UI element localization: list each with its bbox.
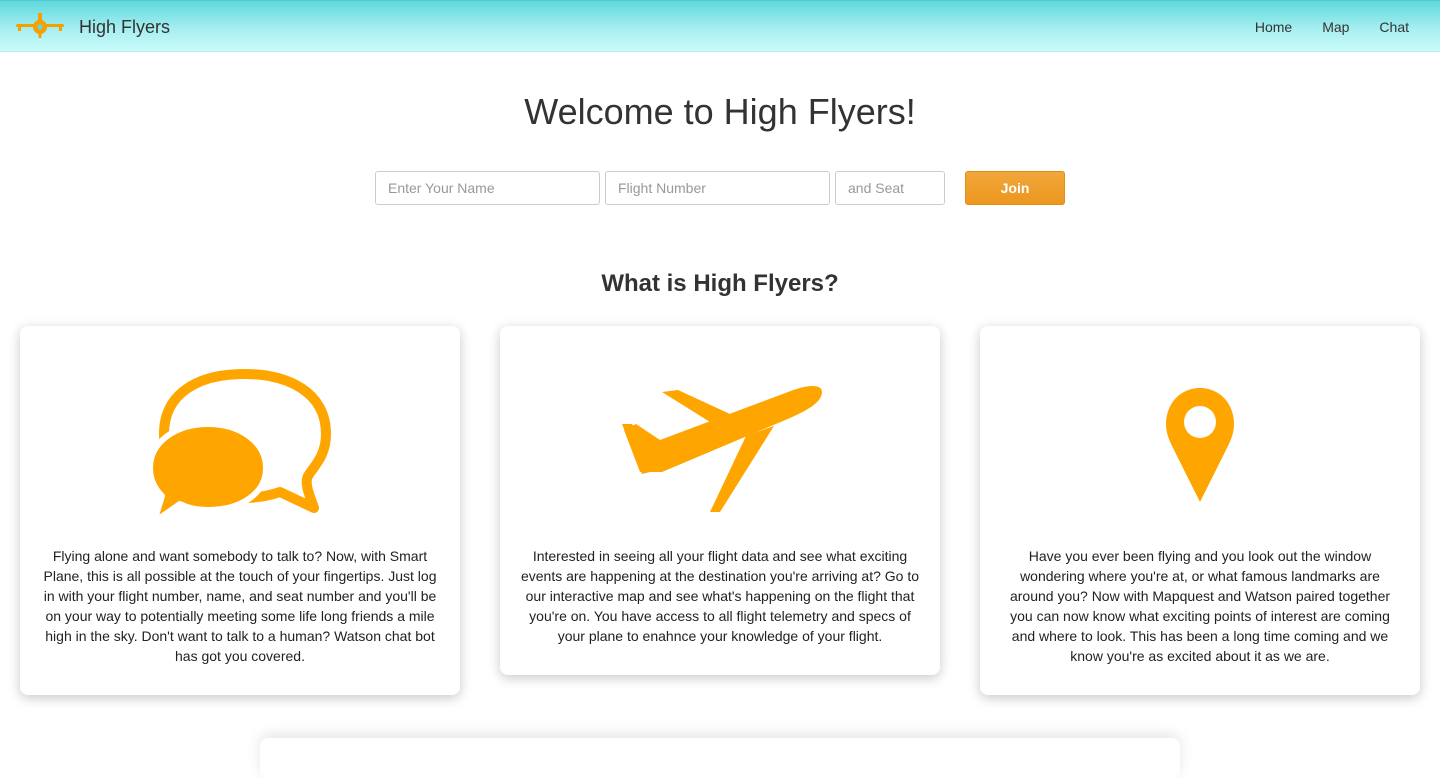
page-title: Welcome to High Flyers! <box>524 91 916 132</box>
feature-card-poi: Have you ever been flying and you look o… <box>980 326 1420 695</box>
plane-front-icon[interactable] <box>14 13 66 39</box>
navbar: High Flyers Home Map Chat <box>0 0 1440 52</box>
flight-number-input[interactable] <box>605 171 830 205</box>
feature-card-chat: Flying alone and want somebody to talk t… <box>20 326 460 695</box>
feature-card-map-text: Interested in seeing all your flight dat… <box>520 548 920 644</box>
bottom-panel-edge <box>260 738 1180 778</box>
chat-bubbles-icon <box>148 369 331 525</box>
nav-chat-link[interactable]: Chat <box>1379 18 1409 36</box>
feature-card-poi-text: Have you ever been flying and you look o… <box>1009 548 1391 664</box>
join-button[interactable]: Join <box>965 171 1065 205</box>
map-pin-icon <box>1166 388 1234 502</box>
feature-card-map: Interested in seeing all your flight dat… <box>500 326 940 675</box>
section-heading: What is High Flyers? <box>601 270 839 297</box>
feature-card-chat-text: Flying alone and want somebody to talk t… <box>43 548 437 664</box>
airplane-takeoff-icon <box>622 386 822 512</box>
nav-home-link[interactable]: Home <box>1255 18 1292 36</box>
nav-links: Home Map Chat <box>1255 18 1409 36</box>
nav-map-link[interactable]: Map <box>1322 18 1349 36</box>
name-input[interactable] <box>375 171 600 205</box>
seat-input[interactable] <box>835 171 945 205</box>
brand-name[interactable]: High Flyers <box>79 16 170 38</box>
